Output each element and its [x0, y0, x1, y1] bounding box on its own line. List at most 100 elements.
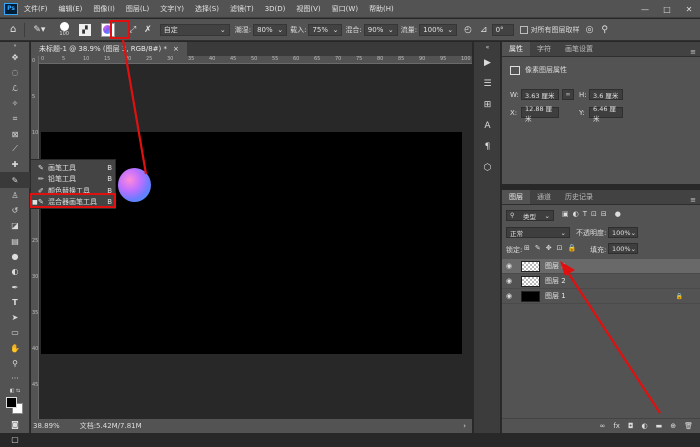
zoom-tool-icon[interactable]: ⚲: [0, 356, 30, 371]
eyedropper-tool-icon[interactable]: ⟋: [0, 142, 30, 157]
clone-stamp-tool-icon[interactable]: ♙: [0, 188, 30, 203]
tab-channels[interactable]: 通道: [530, 190, 558, 204]
menu-view[interactable]: 视图(V): [296, 4, 320, 14]
mixer-brush-tool-icon[interactable]: ✎▾: [33, 25, 45, 35]
panel-menu-icon[interactable]: ≡: [690, 48, 696, 56]
menu-3d[interactable]: 3D(D): [265, 5, 286, 13]
path-selection-tool-icon[interactable]: ➤: [0, 310, 30, 325]
hand-tool-icon[interactable]: ✋: [0, 341, 30, 356]
lock-image-icon[interactable]: ✎: [535, 244, 541, 252]
blur-tool-icon[interactable]: ●: [0, 249, 30, 264]
default-colors-icon[interactable]: ◧ ⇆: [0, 387, 30, 395]
eye-icon[interactable]: ◉: [502, 262, 516, 270]
crop-tool-icon[interactable]: ⌗: [0, 111, 30, 126]
new-group-icon[interactable]: ▬: [656, 422, 663, 430]
collapse-panels-icon[interactable]: «: [474, 42, 501, 52]
color-swatches[interactable]: [0, 395, 30, 417]
preset-dropdown[interactable]: 自定 ⌄: [159, 23, 230, 36]
load-field[interactable]: 75% ⌄: [308, 23, 343, 36]
load-brush-icon[interactable]: ⤢: [129, 25, 136, 35]
pressure-icon[interactable]: ◎: [586, 25, 594, 35]
menu-select[interactable]: 选择(S): [195, 4, 219, 14]
zoom-level[interactable]: 38.89%: [33, 422, 60, 430]
new-adjustment-icon[interactable]: ◐: [642, 422, 648, 430]
lock-position-icon[interactable]: ✥: [546, 244, 552, 252]
brush-settings-icon[interactable]: ▞: [78, 23, 91, 36]
layer-name[interactable]: 图层 1: [545, 291, 566, 301]
status-arrow-icon[interactable]: ›: [463, 422, 466, 430]
layer-name[interactable]: 图层 3: [545, 261, 566, 271]
filter-shape-icon[interactable]: ⊡: [591, 210, 597, 218]
lasso-tool-icon[interactable]: ℒ: [0, 81, 30, 96]
minimize-button[interactable]: —: [634, 0, 656, 18]
flyout-item-brush[interactable]: ✎ 画笔工具 B: [31, 162, 115, 174]
brush-tool-icon[interactable]: ✎: [0, 172, 30, 188]
blend-mode-dropdown[interactable]: 正常 ⌄: [506, 227, 570, 238]
sample-all-layers-checkbox[interactable]: [519, 25, 528, 34]
layer-filter-dropdown[interactable]: ⚲ 类型 ⌄: [506, 210, 554, 221]
wet-field[interactable]: 80% ⌄: [253, 23, 288, 36]
brush-preset-picker[interactable]: 100: [59, 22, 69, 37]
tab-properties[interactable]: 属性: [502, 42, 530, 56]
move-tool-icon[interactable]: ✥: [0, 50, 30, 65]
screen-mode-icon[interactable]: ▢: [0, 432, 30, 447]
eye-icon[interactable]: ◉: [502, 292, 516, 300]
layer-row-1[interactable]: ◉ 图层 1 🔒: [502, 289, 700, 304]
filter-toggle-icon[interactable]: ●: [615, 210, 621, 218]
filter-adjustment-icon[interactable]: ◐: [573, 210, 579, 218]
lock-transparent-icon[interactable]: ⊞: [524, 244, 530, 252]
magic-wand-tool-icon[interactable]: ✧: [0, 96, 30, 111]
adjustments-icon[interactable]: ☰: [474, 73, 501, 94]
x-input[interactable]: 12.88 厘米: [521, 105, 559, 123]
history-brush-tool-icon[interactable]: ↺: [0, 203, 30, 218]
tab-character[interactable]: 字符: [530, 42, 558, 56]
symmetry-icon[interactable]: ⚲: [601, 25, 608, 35]
maximize-button[interactable]: □: [656, 0, 678, 18]
dodge-tool-icon[interactable]: ◐: [0, 264, 30, 279]
tab-history[interactable]: 历史记录: [558, 190, 600, 204]
panel-menu-icon[interactable]: ≡: [690, 196, 696, 204]
menu-type[interactable]: 文字(Y): [160, 4, 184, 14]
character-icon[interactable]: A: [474, 115, 501, 136]
delete-layer-icon[interactable]: 🗑: [684, 422, 693, 430]
filter-smart-object-icon[interactable]: ⊟: [601, 210, 607, 218]
lock-all-icon[interactable]: 🔒: [568, 244, 577, 252]
fill-input[interactable]: 100% ⌄: [608, 243, 638, 254]
eye-icon[interactable]: ◉: [502, 277, 516, 285]
gradient-tool-icon[interactable]: ▤: [0, 234, 30, 249]
play-action-icon[interactable]: ▶: [474, 52, 501, 73]
flyout-item-pencil[interactable]: ✏ 铅笔工具 B: [31, 174, 115, 186]
menu-layer[interactable]: 图层(L): [126, 4, 149, 14]
clean-brush-icon[interactable]: ✗: [144, 25, 152, 35]
tab-brush-settings[interactable]: 画笔设置: [558, 42, 600, 56]
y-input[interactable]: 6.46 厘米: [589, 105, 623, 123]
tab-layers[interactable]: 图层: [502, 190, 530, 204]
quick-mask-icon[interactable]: ◙: [0, 417, 30, 432]
flow-field[interactable]: 100% ⌄: [419, 23, 458, 36]
collapse-toolbox-icon[interactable]: »: [0, 42, 30, 50]
filter-type-icon[interactable]: T: [583, 210, 587, 218]
opacity-input[interactable]: 100% ⌄: [608, 227, 638, 238]
3d-icon[interactable]: ⬡: [474, 157, 501, 178]
menu-image[interactable]: 图像(I): [93, 4, 115, 14]
w-input[interactable]: 3.63 厘米: [521, 89, 559, 100]
menu-window[interactable]: 窗口(W): [332, 4, 358, 14]
pen-tool-icon[interactable]: ✒: [0, 279, 30, 294]
eraser-tool-icon[interactable]: ◪: [0, 218, 30, 233]
healing-brush-tool-icon[interactable]: ✚: [0, 157, 30, 172]
layer-row-2[interactable]: ◉ 图层 2: [502, 274, 700, 289]
frame-tool-icon[interactable]: ⊠: [0, 126, 30, 141]
add-mask-icon[interactable]: ◘: [628, 422, 634, 430]
close-tab-icon[interactable]: ×: [173, 45, 179, 53]
marquee-tool-icon[interactable]: ◌: [0, 65, 30, 80]
more-tools-icon[interactable]: ···: [0, 371, 30, 386]
properties-icon[interactable]: ⊞: [474, 94, 501, 115]
paragraph-icon[interactable]: ¶: [474, 136, 501, 157]
airbrush-icon[interactable]: ◴: [464, 25, 472, 35]
mix-field[interactable]: 90% ⌄: [363, 23, 398, 36]
link-layers-icon[interactable]: ∞: [600, 422, 606, 430]
menu-edit[interactable]: 编辑(E): [59, 4, 83, 14]
menu-file[interactable]: 文件(F): [24, 4, 48, 14]
document-tab[interactable]: 未标题-1 @ 38.9% (图层 3, RGB/8#) * ×: [31, 42, 187, 56]
filter-pixel-icon[interactable]: ▣: [562, 210, 569, 218]
